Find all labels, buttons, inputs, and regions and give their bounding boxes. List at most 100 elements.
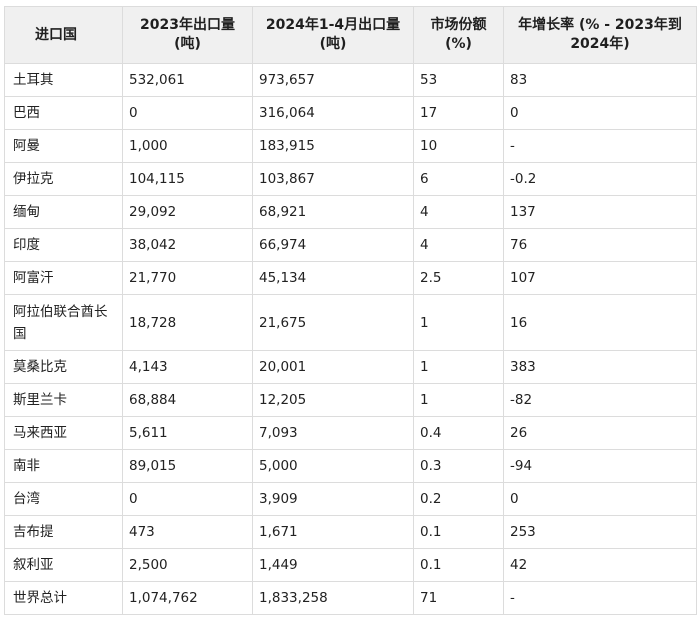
cell-market-share: 10: [413, 129, 504, 163]
cell-growth: 253: [503, 515, 697, 549]
cell-export-2023: 21,770: [122, 261, 253, 295]
cell-export-2024: 45,134: [252, 261, 414, 295]
cell-export-2024: 5,000: [252, 449, 414, 483]
cell-export-2024: 3,909: [252, 482, 414, 516]
cell-country: 阿曼: [4, 129, 123, 163]
header-market-share: 市场份额 (%): [413, 6, 504, 64]
cell-market-share: 0.1: [413, 515, 504, 549]
cell-export-2024: 66,974: [252, 228, 414, 262]
cell-market-share: 0.3: [413, 449, 504, 483]
cell-export-2023: 1,074,762: [122, 581, 253, 615]
cell-growth: 26: [503, 416, 697, 450]
cell-export-2024: 973,657: [252, 63, 414, 97]
cell-country: 马来西亚: [4, 416, 123, 450]
cell-export-2024: 316,064: [252, 96, 414, 130]
table-body: 土耳其 532,061 973,657 53 83 巴西 0 316,064 1…: [4, 63, 697, 615]
cell-country: 印度: [4, 228, 123, 262]
cell-export-2023: 2,500: [122, 548, 253, 582]
table-row: 马来西亚 5,611 7,093 0.4 26: [4, 416, 697, 450]
table-row: 吉布提 473 1,671 0.1 253: [4, 515, 697, 549]
cell-country: 莫桑比克: [4, 350, 123, 384]
cell-market-share: 0.2: [413, 482, 504, 516]
cell-market-share: 1: [413, 350, 504, 384]
cell-export-2023: 532,061: [122, 63, 253, 97]
header-export-2024-jan-apr: 2024年1-4月出口量 (吨): [252, 6, 414, 64]
cell-export-2024: 21,675: [252, 294, 414, 351]
table-row: 阿拉伯联合酋长国 18,728 21,675 1 16: [4, 294, 697, 351]
cell-growth: 0: [503, 482, 697, 516]
cell-market-share: 0.4: [413, 416, 504, 450]
table-row: 叙利亚 2,500 1,449 0.1 42: [4, 548, 697, 582]
cell-growth: -: [503, 129, 697, 163]
cell-export-2024: 20,001: [252, 350, 414, 384]
table-row: 伊拉克 104,115 103,867 6 -0.2: [4, 162, 697, 196]
table-row: 阿富汗 21,770 45,134 2.5 107: [4, 261, 697, 295]
table-row: 斯里兰卡 68,884 12,205 1 -82: [4, 383, 697, 417]
cell-market-share: 0.1: [413, 548, 504, 582]
cell-country: 阿拉伯联合酋长国: [4, 294, 123, 351]
cell-export-2024: 7,093: [252, 416, 414, 450]
cell-growth: 107: [503, 261, 697, 295]
cell-export-2023: 5,611: [122, 416, 253, 450]
table-row: 土耳其 532,061 973,657 53 83: [4, 63, 697, 97]
cell-export-2023: 0: [122, 482, 253, 516]
cell-country: 台湾: [4, 482, 123, 516]
cell-market-share: 2.5: [413, 261, 504, 295]
cell-export-2023: 29,092: [122, 195, 253, 229]
cell-country: 巴西: [4, 96, 123, 130]
cell-export-2023: 1,000: [122, 129, 253, 163]
cell-growth: 137: [503, 195, 697, 229]
cell-country: 土耳其: [4, 63, 123, 97]
cell-export-2024: 68,921: [252, 195, 414, 229]
table-row: 缅甸 29,092 68,921 4 137: [4, 195, 697, 229]
cell-export-2024: 1,671: [252, 515, 414, 549]
header-row: 进口国 2023年出口量 (吨) 2024年1-4月出口量 (吨) 市场份额 (…: [4, 6, 697, 64]
cell-growth: 42: [503, 548, 697, 582]
header-importing-country: 进口国: [4, 6, 123, 64]
cell-growth: 76: [503, 228, 697, 262]
cell-growth: -82: [503, 383, 697, 417]
table-row: 阿曼 1,000 183,915 10 -: [4, 129, 697, 163]
header-annual-growth: 年增长率 (% - 2023年到 2024年): [503, 6, 697, 64]
header-export-2023: 2023年出口量 (吨): [122, 6, 253, 64]
cell-country: 世界总计: [4, 581, 123, 615]
cell-market-share: 4: [413, 228, 504, 262]
cell-market-share: 17: [413, 96, 504, 130]
cell-country: 伊拉克: [4, 162, 123, 196]
cell-growth: 16: [503, 294, 697, 351]
cell-growth: 83: [503, 63, 697, 97]
cell-country: 缅甸: [4, 195, 123, 229]
cell-country: 吉布提: [4, 515, 123, 549]
cell-export-2024: 103,867: [252, 162, 414, 196]
cell-export-2023: 18,728: [122, 294, 253, 351]
cell-market-share: 1: [413, 294, 504, 351]
cell-market-share: 53: [413, 63, 504, 97]
cell-growth: -94: [503, 449, 697, 483]
table-row: 南非 89,015 5,000 0.3 -94: [4, 449, 697, 483]
cell-export-2023: 38,042: [122, 228, 253, 262]
export-data-table: 进口国 2023年出口量 (吨) 2024年1-4月出口量 (吨) 市场份额 (…: [4, 6, 697, 615]
cell-export-2023: 4,143: [122, 350, 253, 384]
cell-export-2023: 104,115: [122, 162, 253, 196]
cell-export-2024: 183,915: [252, 129, 414, 163]
page: 进口国 2023年出口量 (吨) 2024年1-4月出口量 (吨) 市场份额 (…: [0, 0, 700, 628]
cell-country: 斯里兰卡: [4, 383, 123, 417]
table-row: 巴西 0 316,064 17 0: [4, 96, 697, 130]
table-row: 莫桑比克 4,143 20,001 1 383: [4, 350, 697, 384]
cell-growth: 0: [503, 96, 697, 130]
cell-market-share: 4: [413, 195, 504, 229]
table-header: 进口国 2023年出口量 (吨) 2024年1-4月出口量 (吨) 市场份额 (…: [4, 6, 697, 64]
cell-export-2023: 89,015: [122, 449, 253, 483]
cell-growth: -: [503, 581, 697, 615]
cell-growth: -0.2: [503, 162, 697, 196]
cell-market-share: 71: [413, 581, 504, 615]
cell-export-2024: 12,205: [252, 383, 414, 417]
cell-growth: 383: [503, 350, 697, 384]
cell-export-2023: 0: [122, 96, 253, 130]
cell-export-2023: 68,884: [122, 383, 253, 417]
cell-export-2024: 1,449: [252, 548, 414, 582]
cell-country: 叙利亚: [4, 548, 123, 582]
cell-export-2023: 473: [122, 515, 253, 549]
cell-market-share: 1: [413, 383, 504, 417]
cell-market-share: 6: [413, 162, 504, 196]
